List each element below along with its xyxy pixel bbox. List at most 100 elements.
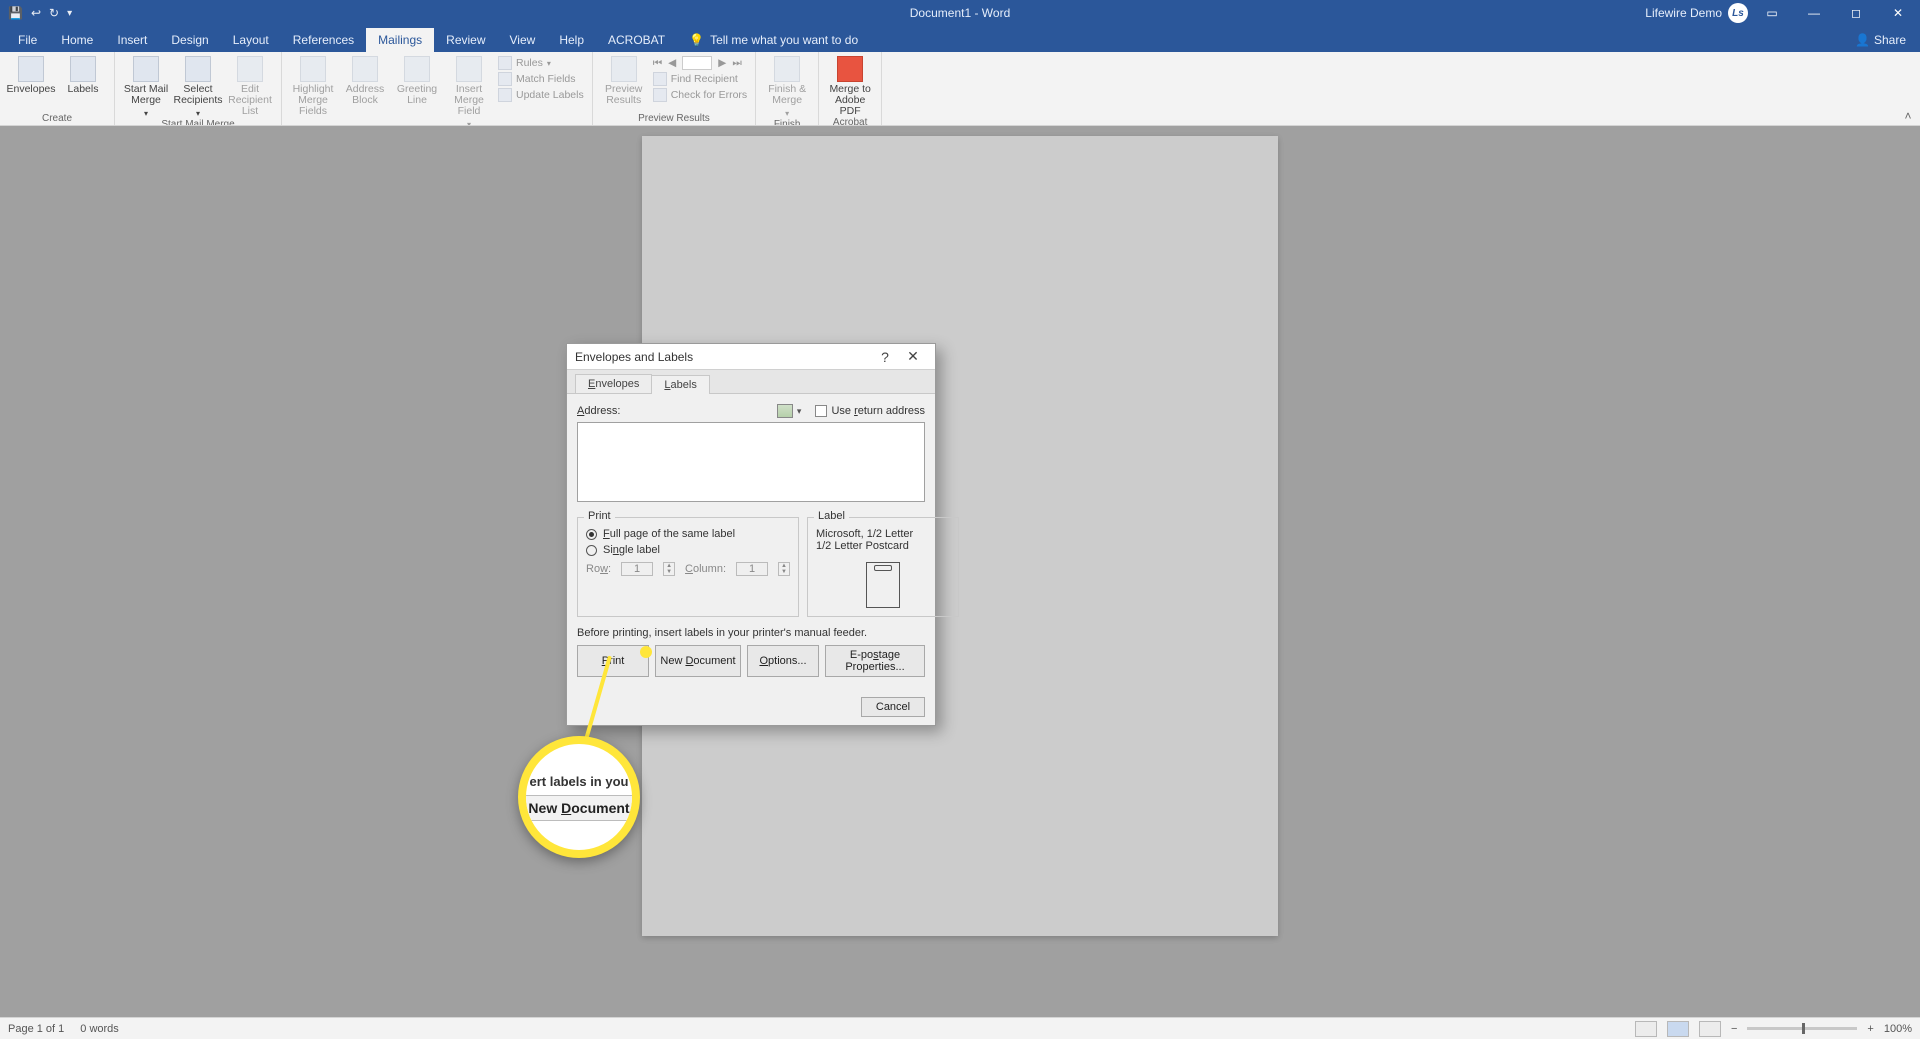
prev-record-icon: ◀ — [668, 57, 676, 69]
print-layout-icon[interactable] — [1667, 1021, 1689, 1037]
maximize-icon[interactable]: ◻ — [1838, 0, 1874, 26]
group-label: Preview Results — [638, 113, 710, 125]
row-input — [621, 562, 653, 576]
group-label: Acrobat — [833, 117, 867, 126]
redo-icon[interactable]: ↻ — [49, 6, 59, 20]
label-line2: 1/2 Letter Postcard — [816, 540, 950, 552]
labels-icon — [70, 56, 96, 82]
label-line1: Microsoft, 1/2 Letter — [816, 528, 950, 540]
dialog-tab-labels[interactable]: Labels — [651, 375, 709, 394]
zoom-slider[interactable] — [1747, 1027, 1857, 1030]
label-preview-icon — [866, 562, 900, 608]
select-recipients-button[interactable]: Select Recipients▾ — [175, 56, 221, 119]
web-layout-icon[interactable] — [1699, 1021, 1721, 1037]
print-button[interactable]: Print — [577, 645, 649, 677]
epostage-button[interactable]: E-postage Properties... — [825, 645, 925, 677]
dialog-tab-envelopes[interactable]: Envelopes — [575, 374, 652, 393]
address-book-dropdown-icon[interactable]: ▾ — [797, 406, 802, 417]
rules-icon — [498, 56, 512, 70]
ribbon-display-icon[interactable]: ▭ — [1754, 0, 1790, 26]
check-errors-button: Check for Errors — [653, 88, 747, 102]
user-label[interactable]: Lifewire Demo — [1645, 6, 1722, 20]
envelopes-labels-dialog: Envelopes and Labels ? ✕ Envelopes Label… — [566, 343, 936, 726]
mailmerge-icon — [133, 56, 159, 82]
zoom-out-icon[interactable]: − — [1731, 1023, 1737, 1035]
match-icon — [498, 72, 512, 86]
quick-access-toolbar: 💾 ↩ ↻ ▾ — [0, 6, 72, 20]
address-textarea[interactable] — [577, 422, 925, 502]
dialog-close-icon[interactable]: ✕ — [899, 348, 927, 365]
use-return-label: Use return address — [831, 405, 925, 417]
dialog-help-icon[interactable]: ? — [871, 349, 899, 365]
edit-recipient-list-button: Edit Recipient List — [227, 56, 273, 117]
user-avatar[interactable]: Ls — [1728, 3, 1748, 23]
tab-envelopes-rest: nvelopes — [595, 378, 639, 390]
group-write-insert-fields: Highlight Merge Fields Address Block Gre… — [282, 52, 593, 125]
new-document-button[interactable]: New Document — [655, 645, 741, 677]
next-record-icon: ▶ — [718, 57, 726, 69]
zoom-level[interactable]: 100% — [1884, 1023, 1912, 1035]
group-label: Create — [42, 113, 72, 125]
group-label: Finish — [774, 119, 801, 126]
callout-snippet-button: New Document — [518, 795, 640, 821]
callout-snippet-top: ert labels in you — [530, 774, 629, 789]
start-mail-merge-button[interactable]: Start Mail Merge▾ — [123, 56, 169, 119]
dialog-title: Envelopes and Labels — [575, 350, 693, 364]
word-count[interactable]: 0 words — [80, 1023, 119, 1035]
save-icon[interactable]: 💾 — [8, 6, 23, 20]
group-create: Envelopes Labels Create — [0, 52, 115, 125]
tab-review[interactable]: Review — [434, 28, 497, 52]
qat-customize-icon[interactable]: ▾ — [67, 8, 72, 19]
update-labels-button: Update Labels — [498, 88, 584, 102]
acrobat-icon — [837, 56, 863, 82]
zoom-in-icon[interactable]: + — [1867, 1023, 1873, 1035]
group-acrobat: Merge to Adobe PDF Acrobat — [819, 52, 882, 125]
share-button[interactable]: 👤 Share — [1841, 28, 1920, 52]
use-return-checkbox[interactable] — [815, 405, 827, 417]
collapse-ribbon-icon[interactable]: ˄ — [1896, 52, 1920, 125]
options-button[interactable]: Options... — [747, 645, 819, 677]
page-indicator[interactable]: Page 1 of 1 — [8, 1023, 64, 1035]
column-label: Column: — [685, 563, 726, 575]
radio-full-page[interactable]: Full page of the same label — [586, 528, 790, 540]
greeting-line-button: Greeting Line — [394, 56, 440, 106]
tab-view[interactable]: View — [498, 28, 548, 52]
label-legend: Label — [814, 510, 849, 522]
print-fieldset: Print Full page of the same label Single… — [577, 517, 799, 617]
share-label: Share — [1874, 33, 1906, 47]
tab-labels-rest: abels — [671, 379, 697, 391]
column-spinner: ▲▼ — [778, 562, 790, 576]
find-recipient-button: Find Recipient — [653, 72, 747, 86]
radio-single-label[interactable]: Single label — [586, 544, 790, 556]
tell-me-label: Tell me what you want to do — [710, 33, 858, 47]
close-icon[interactable]: ✕ — [1880, 0, 1916, 26]
minimize-icon[interactable]: — — [1796, 0, 1832, 26]
tab-design[interactable]: Design — [159, 28, 220, 52]
envelopes-button[interactable]: Envelopes — [8, 56, 54, 95]
labels-button[interactable]: Labels — [60, 56, 106, 95]
tab-home[interactable]: Home — [49, 28, 105, 52]
address-label: Address: — [577, 405, 620, 417]
read-mode-icon[interactable] — [1635, 1021, 1657, 1037]
cancel-button[interactable]: Cancel — [861, 697, 925, 717]
tab-layout[interactable]: Layout — [221, 28, 281, 52]
tab-references[interactable]: References — [281, 28, 366, 52]
finish-merge-button: Finish & Merge▾ — [764, 56, 810, 119]
print-legend: Print — [584, 510, 615, 522]
tell-me-search[interactable]: 💡 Tell me what you want to do — [677, 28, 870, 52]
ribbon: Envelopes Labels Create Start Mail Merge… — [0, 52, 1920, 126]
tab-insert[interactable]: Insert — [105, 28, 159, 52]
column-input — [736, 562, 768, 576]
address-block-button: Address Block — [342, 56, 388, 106]
address-book-icon[interactable] — [777, 404, 793, 418]
tab-file[interactable]: File — [6, 28, 49, 52]
undo-icon[interactable]: ↩ — [31, 6, 41, 20]
tab-acrobat[interactable]: ACROBAT — [596, 28, 677, 52]
record-number-input — [682, 56, 712, 70]
merge-to-pdf-button[interactable]: Merge to Adobe PDF — [827, 56, 873, 117]
update-icon — [498, 88, 512, 102]
label-fieldset[interactable]: Label Microsoft, 1/2 Letter 1/2 Letter P… — [807, 517, 959, 617]
document-area: Envelopes and Labels ? ✕ Envelopes Label… — [0, 126, 1920, 1017]
tab-help[interactable]: Help — [547, 28, 596, 52]
tab-mailings[interactable]: Mailings — [366, 28, 434, 52]
